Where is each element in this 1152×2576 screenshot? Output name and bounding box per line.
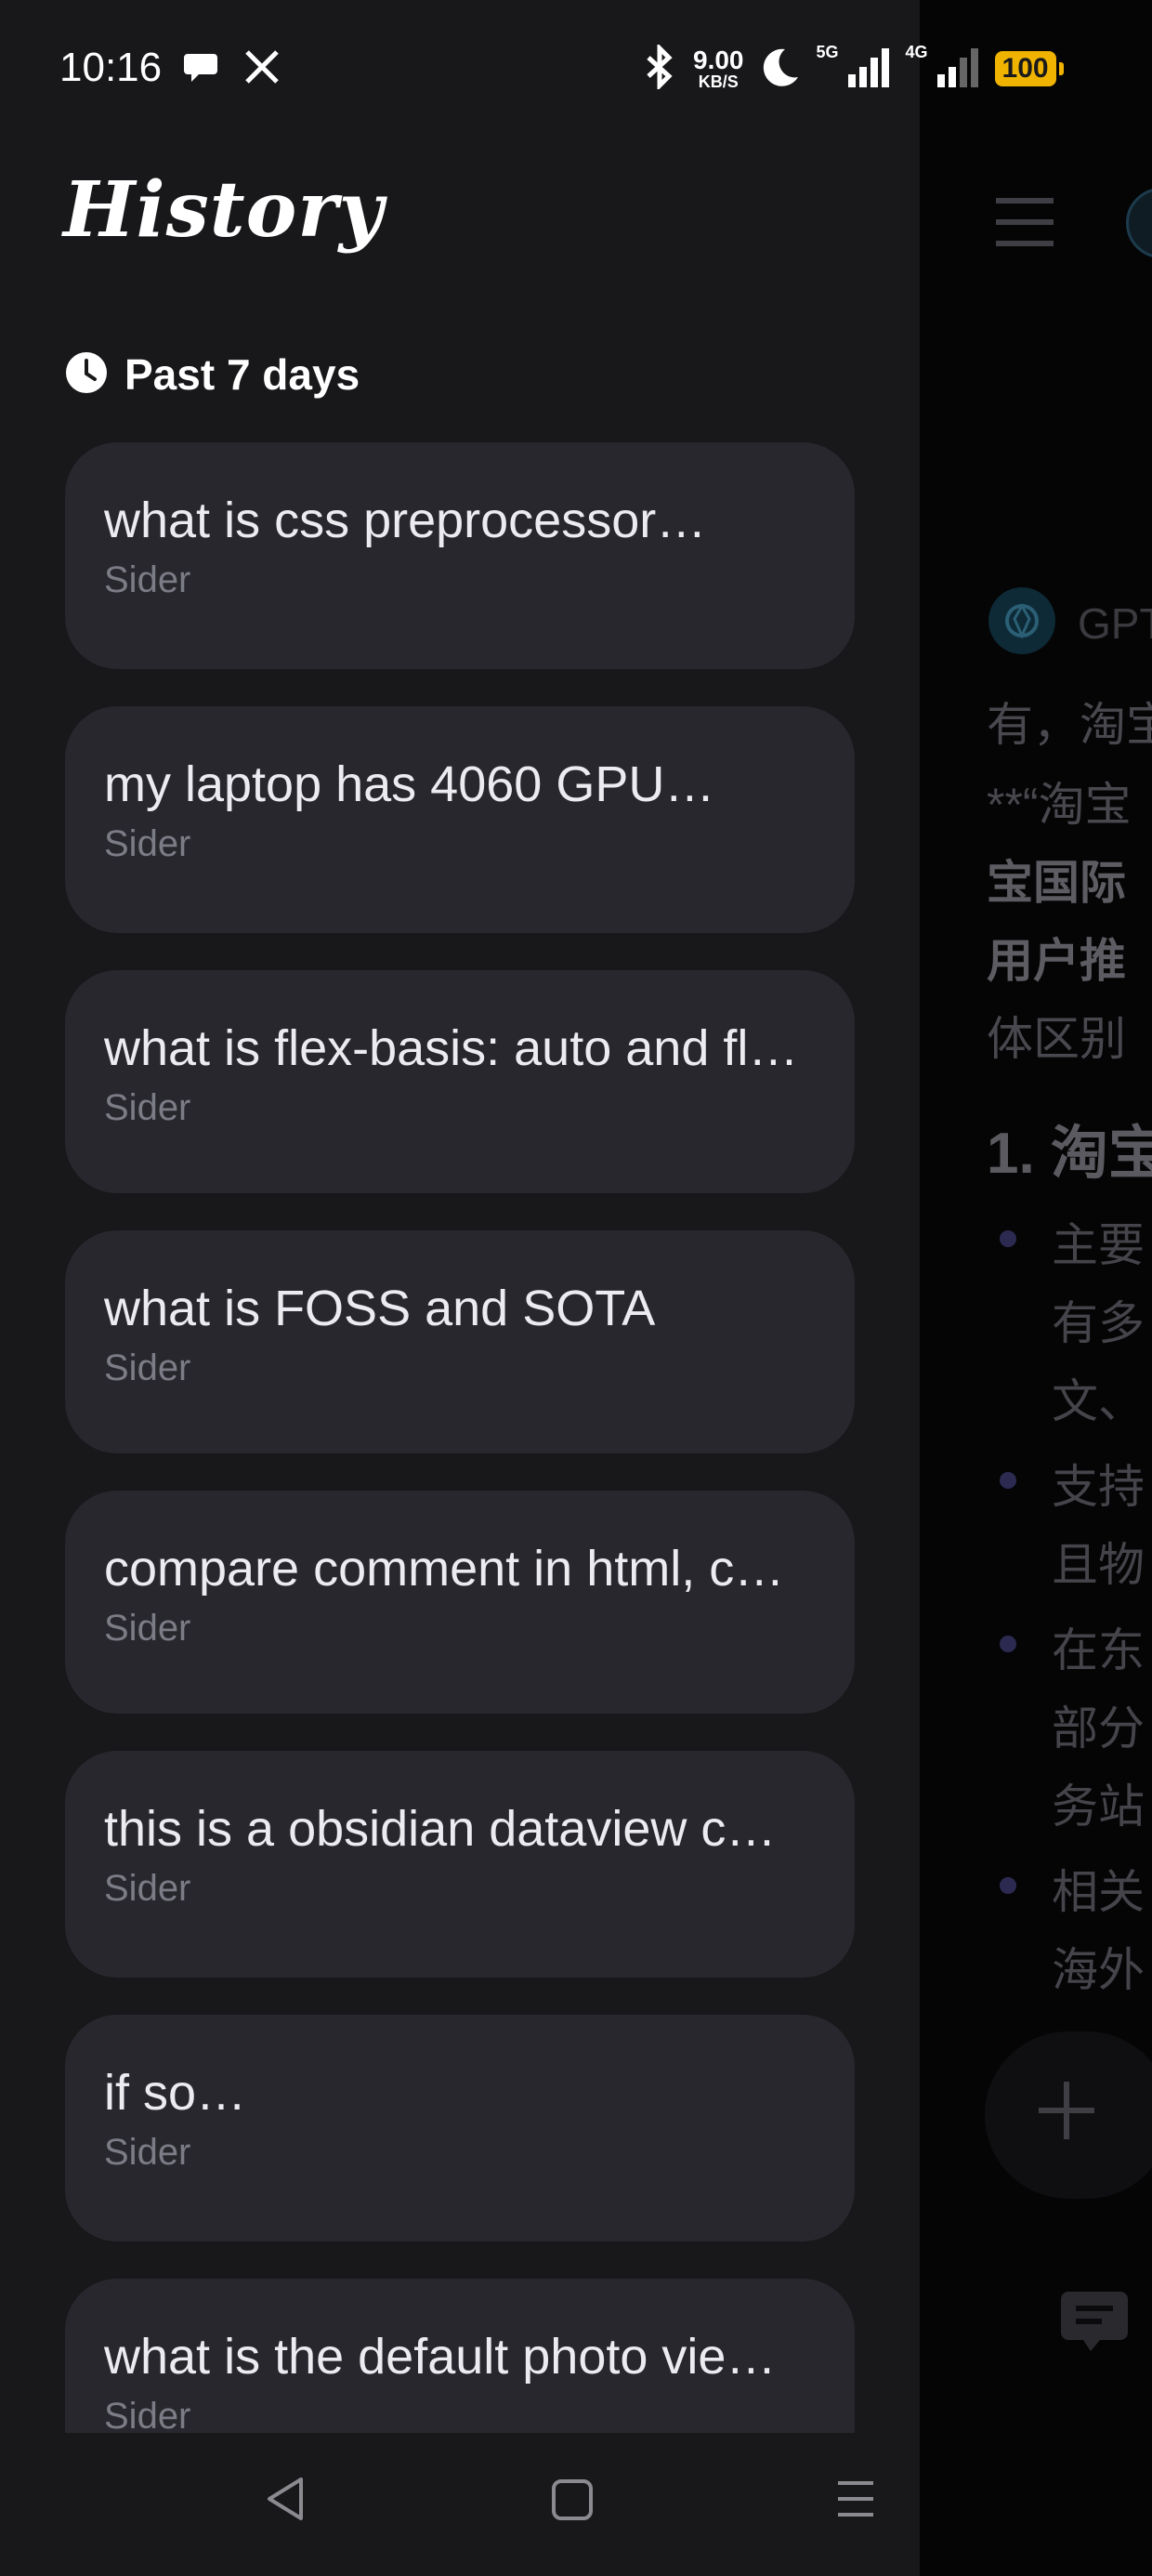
bullet-dot	[1000, 1230, 1016, 1247]
moon-icon	[759, 46, 802, 93]
chat-bullet-text: 支持	[1052, 1461, 1145, 1513]
history-item[interactable]: what is FOSS and SOTA Sider	[65, 1230, 855, 1453]
history-item-source: Sider	[104, 1868, 191, 1909]
history-item-title: what is FOSS and SOTA	[104, 1281, 656, 1336]
history-item-title: my laptop has 4060 GPU…	[104, 756, 715, 812]
history-item[interactable]: what is flex-basis: auto and fl… Sider	[65, 970, 855, 1193]
plus-icon	[1037, 2078, 1096, 2148]
signal-4g-icon	[936, 46, 980, 92]
avatar[interactable]	[1126, 188, 1152, 258]
history-item-title: what is css preprocessor…	[104, 493, 707, 548]
status-bar: 10:16 9.00 KB/S 5G 4G 100	[0, 0, 1064, 139]
chat-bullet-text: 且物	[1052, 1539, 1145, 1591]
chat-text-line: 宝国际	[987, 857, 1126, 909]
chat-bullet-text: 相关	[1052, 1866, 1145, 1918]
hamburger-menu-icon[interactable]	[994, 195, 1055, 254]
section-header: Past 7 days	[65, 349, 360, 400]
chat-bullet-text: 有多	[1052, 1297, 1145, 1349]
chat-text-line: 有，淘宝	[987, 699, 1152, 751]
chat-bullet-text: 在东	[1052, 1624, 1145, 1676]
chat-bullet-text: 部分	[1052, 1702, 1145, 1755]
history-list[interactable]: what is css preprocessor… Sider my lapto…	[65, 442, 855, 2433]
history-item-source: Sider	[104, 559, 191, 600]
bullet-dot	[1000, 1636, 1016, 1652]
history-item[interactable]: this is a obsidian dataview c… Sider	[65, 1751, 855, 1978]
history-item[interactable]: my laptop has 4060 GPU… Sider	[65, 706, 855, 933]
history-item[interactable]: if so… Sider	[65, 2015, 855, 2241]
history-item-title: this is a obsidian dataview c…	[104, 1801, 777, 1857]
chat-bullet-text: 文、	[1052, 1375, 1145, 1427]
back-icon[interactable]	[262, 2474, 308, 2529]
bullet-dot	[1000, 1877, 1016, 1894]
chat-text-line: 体区别	[987, 1013, 1126, 1065]
history-item[interactable]: what is css preprocessor… Sider	[65, 442, 855, 669]
chat-bullet-text: 务站	[1052, 1781, 1145, 1833]
battery-indicator: 100	[994, 51, 1064, 86]
history-drawer: History Past 7 days what is css preproce…	[0, 0, 920, 2576]
network-speed: 9.00 KB/S	[693, 46, 744, 91]
system-nav-bar	[0, 2433, 920, 2576]
home-icon[interactable]	[550, 2474, 595, 2529]
drawer-title: History	[63, 165, 385, 255]
history-item[interactable]: what is the default photo vie… Sider	[65, 2279, 855, 2433]
recents-icon[interactable]	[832, 2474, 879, 2529]
history-item-title: what is the default photo vie…	[104, 2329, 777, 2385]
history-item-title: if so…	[104, 2065, 247, 2121]
chat-heading: 1. 淘宝	[987, 1122, 1152, 1186]
history-item-source: Sider	[104, 823, 191, 864]
chat-bullet-text: 主要	[1052, 1219, 1145, 1271]
chat-bullet-text: 海外	[1052, 1944, 1145, 1996]
history-item-source: Sider	[104, 2132, 191, 2173]
bluetooth-icon	[641, 42, 678, 94]
history-item-source: Sider	[104, 1087, 191, 1128]
new-chat-button[interactable]	[985, 2031, 1152, 2199]
history-item-source: Sider	[104, 1608, 191, 1649]
gpt-logo-icon	[988, 587, 1055, 654]
status-left-icons	[182, 48, 281, 90]
sim2-label: 4G	[905, 43, 928, 61]
bullet-dot	[1000, 1472, 1016, 1489]
sim1-label: 5G	[816, 43, 839, 61]
model-name: GPT	[1078, 599, 1152, 648]
status-time: 10:16	[59, 45, 163, 90]
chat-bubble-icon[interactable]	[1057, 2286, 1132, 2365]
history-item-title: compare comment in html, c…	[104, 1541, 785, 1597]
history-item-title: what is flex-basis: auto and fl…	[104, 1020, 799, 1076]
signal-5g-icon	[847, 46, 891, 92]
history-item-source: Sider	[104, 1347, 191, 1388]
chat-text-line: 用户推	[987, 935, 1126, 987]
status-right-icons: 9.00 KB/S 5G 4G 100	[641, 42, 1064, 95]
history-item-source: Sider	[104, 2396, 191, 2433]
x-logo-icon	[243, 48, 281, 90]
chat-screen-dimmed[interactable]: GPT 有，淘宝 **“淘宝 宝国际 用户推 体区别 1. 淘宝 主要 有多 文…	[920, 0, 1152, 2576]
chat-text-line: **“淘宝	[987, 779, 1132, 831]
section-label: Past 7 days	[124, 350, 360, 399]
chat-bubble-icon	[182, 48, 219, 90]
history-item[interactable]: compare comment in html, c… Sider	[65, 1491, 855, 1714]
clock-icon	[65, 351, 108, 399]
